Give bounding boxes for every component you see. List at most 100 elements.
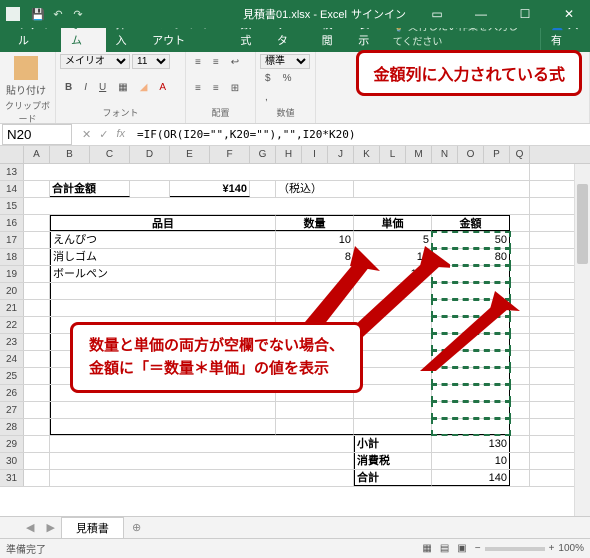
cell[interactable] <box>354 385 432 401</box>
view-layout-icon[interactable]: ▤ <box>440 543 449 554</box>
cell[interactable] <box>50 419 276 435</box>
col-header-G[interactable]: G <box>250 146 276 163</box>
col-header-F[interactable]: F <box>210 146 250 163</box>
ribbon-options-icon[interactable]: ▭ <box>416 0 458 28</box>
cell[interactable] <box>24 232 50 248</box>
align-mid-icon[interactable]: ≡ <box>208 54 224 71</box>
cancel-icon[interactable]: ✕ <box>78 128 95 141</box>
row-header[interactable]: 13 <box>0 164 24 180</box>
cell[interactable] <box>250 181 276 197</box>
item-name[interactable]: 消しゴム <box>50 249 276 265</box>
cell[interactable] <box>50 436 354 452</box>
col-header-P[interactable]: P <box>484 146 510 163</box>
border-button[interactable]: ▦ <box>113 79 132 96</box>
align-left-icon[interactable]: ≡ <box>190 80 206 97</box>
close-icon[interactable]: ✕ <box>548 0 590 28</box>
font-size-select[interactable]: 11 <box>132 54 170 69</box>
cell[interactable] <box>432 402 510 418</box>
cell[interactable] <box>354 419 432 435</box>
col-header-A[interactable]: A <box>24 146 50 163</box>
col-header-I[interactable]: I <box>302 146 328 163</box>
fill-color-button[interactable]: ◢ <box>135 79 153 96</box>
enter-icon[interactable]: ✓ <box>95 128 112 141</box>
cell[interactable] <box>24 266 50 282</box>
row-header[interactable]: 28 <box>0 419 24 435</box>
row-header[interactable]: 29 <box>0 436 24 452</box>
cell[interactable] <box>510 436 530 452</box>
cell[interactable] <box>24 283 50 299</box>
view-break-icon[interactable]: ▣ <box>457 543 466 554</box>
align-center-icon[interactable]: ≡ <box>208 80 224 97</box>
tax-note[interactable]: （税込） <box>276 181 354 197</box>
maximize-icon[interactable]: ☐ <box>504 0 546 28</box>
cell[interactable] <box>24 385 50 401</box>
col-header-L[interactable]: L <box>380 146 406 163</box>
total-value[interactable]: ¥140 <box>170 181 250 197</box>
col-header-N[interactable]: N <box>432 146 458 163</box>
sheet-tab[interactable]: 見積書 <box>61 517 124 538</box>
cell[interactable] <box>24 351 50 367</box>
merge-icon[interactable]: ⊞ <box>226 80 244 97</box>
cell[interactable] <box>24 198 530 214</box>
cell[interactable] <box>510 470 530 486</box>
row-header[interactable]: 31 <box>0 470 24 486</box>
col-header-Q[interactable]: Q <box>510 146 530 163</box>
total-row-label[interactable]: 消費税 <box>354 453 432 469</box>
cell[interactable] <box>24 470 50 486</box>
row-header[interactable]: 30 <box>0 453 24 469</box>
total-row-value[interactable]: 130 <box>432 436 510 452</box>
scrollbar-thumb[interactable] <box>577 184 588 264</box>
name-box[interactable] <box>2 124 72 145</box>
item-name[interactable]: ボールペン <box>50 266 276 282</box>
cell[interactable] <box>432 419 510 435</box>
formula-input[interactable]: =IF(OR(I20="",K20=""),"",I20*K20) <box>133 126 590 143</box>
save-icon[interactable]: 💾 <box>30 6 46 22</box>
cell[interactable] <box>432 385 510 401</box>
redo-icon[interactable]: ↷ <box>70 6 86 22</box>
cell[interactable] <box>24 368 50 384</box>
cell[interactable] <box>510 419 530 435</box>
sheet-nav-prev-icon[interactable]: ◀ <box>20 521 40 534</box>
row-header[interactable]: 17 <box>0 232 24 248</box>
col-header-O[interactable]: O <box>458 146 484 163</box>
row-header[interactable]: 25 <box>0 368 24 384</box>
hdr-amount[interactable]: 金額 <box>432 215 510 231</box>
cell[interactable] <box>24 402 50 418</box>
row-header[interactable]: 21 <box>0 300 24 316</box>
cell[interactable] <box>24 436 50 452</box>
number-format-select[interactable]: 標準 <box>260 54 310 69</box>
row-header[interactable]: 14 <box>0 181 24 197</box>
cell[interactable] <box>50 283 276 299</box>
cell[interactable] <box>50 402 276 418</box>
currency-icon[interactable]: $ <box>260 70 276 87</box>
bold-button[interactable]: B <box>60 79 77 96</box>
total-label[interactable]: 合計金額 <box>50 181 130 197</box>
vertical-scrollbar[interactable] <box>574 164 590 516</box>
cell[interactable] <box>24 453 50 469</box>
sheet-nav-next-icon[interactable]: ▶ <box>40 521 60 534</box>
row-header[interactable]: 26 <box>0 385 24 401</box>
total-row-label[interactable]: 小計 <box>354 436 432 452</box>
wrap-icon[interactable]: ↩ <box>226 54 244 71</box>
view-normal-icon[interactable]: ▦ <box>422 543 431 554</box>
cell[interactable] <box>24 249 50 265</box>
row-header[interactable]: 23 <box>0 334 24 350</box>
cell[interactable] <box>510 215 530 231</box>
col-header-J[interactable]: J <box>328 146 354 163</box>
row-header[interactable]: 27 <box>0 402 24 418</box>
cell[interactable] <box>276 419 354 435</box>
cell[interactable] <box>24 215 50 231</box>
font-name-select[interactable]: メイリオ <box>60 54 130 69</box>
undo-icon[interactable]: ↶ <box>50 6 66 22</box>
cell[interactable] <box>354 402 432 418</box>
col-header-K[interactable]: K <box>354 146 380 163</box>
total-row-value[interactable]: 10 <box>432 453 510 469</box>
col-header-E[interactable]: E <box>170 146 210 163</box>
percent-icon[interactable]: % <box>278 70 297 87</box>
cell[interactable] <box>24 419 50 435</box>
cell[interactable] <box>510 249 530 265</box>
cell[interactable] <box>24 334 50 350</box>
cell[interactable] <box>510 385 530 401</box>
paste-button[interactable]: 貼り付け <box>4 54 48 99</box>
row-header[interactable]: 19 <box>0 266 24 282</box>
